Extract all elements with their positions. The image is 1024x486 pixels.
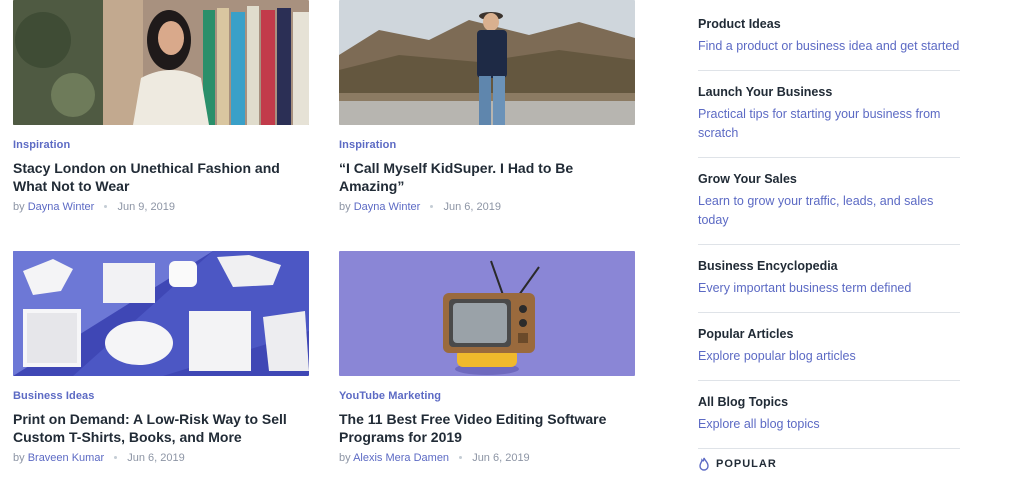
article-title[interactable]: Stacy London on Unethical Fashion and Wh…	[13, 159, 309, 195]
article-date: Jun 6, 2019	[127, 452, 185, 464]
article-date: Jun 9, 2019	[117, 201, 175, 213]
sidebar-item-product-ideas[interactable]: Product Ideas Find a product or business…	[698, 16, 960, 71]
article-author[interactable]: Dayna Winter	[28, 201, 95, 213]
article-author[interactable]: Braveen Kumar	[28, 452, 104, 464]
sidebar-item-description[interactable]: Every important business term defined	[698, 279, 960, 298]
article-date: Jun 6, 2019	[472, 452, 530, 464]
article-card[interactable]: Inspiration “I Call Myself KidSuper. I H…	[339, 0, 635, 213]
article-category[interactable]: Inspiration	[13, 139, 309, 151]
article-author[interactable]: Dayna Winter	[354, 201, 421, 213]
article-category[interactable]: YouTube Marketing	[339, 390, 635, 402]
flame-icon	[698, 457, 710, 471]
article-category[interactable]: Business Ideas	[13, 390, 309, 402]
article-meta: by Alexis Mera Damen Jun 6, 2019	[339, 452, 635, 464]
article-image-kidsuper[interactable]	[339, 0, 635, 125]
by-label: by	[339, 201, 351, 213]
sidebar-item-description[interactable]: Practical tips for starting your busines…	[698, 105, 960, 143]
article-category[interactable]: Inspiration	[339, 139, 635, 151]
sidebar-item-launch-your-business[interactable]: Launch Your Business Practical tips for …	[698, 84, 960, 158]
sidebar-item-all-blog-topics[interactable]: All Blog Topics Explore all blog topics	[698, 394, 960, 449]
article-image-video-editing[interactable]	[339, 251, 635, 376]
sidebar-item-heading[interactable]: Grow Your Sales	[698, 171, 960, 187]
article-author[interactable]: Alexis Mera Damen	[353, 452, 449, 464]
sidebar-item-description[interactable]: Find a product or business idea and get …	[698, 37, 960, 56]
article-card[interactable]: YouTube Marketing The 11 Best Free Video…	[339, 251, 635, 464]
popular-label: POPULAR	[716, 457, 777, 470]
sidebar-item-heading[interactable]: All Blog Topics	[698, 394, 960, 410]
article-meta: by Dayna Winter Jun 9, 2019	[13, 201, 309, 213]
meta-separator	[430, 204, 434, 208]
sidebar-item-description[interactable]: Learn to grow your traffic, leads, and s…	[698, 192, 960, 230]
by-label: by	[13, 201, 25, 213]
article-title[interactable]: Print on Demand: A Low-Risk Way to Sell …	[13, 410, 309, 446]
article-card[interactable]: Business Ideas Print on Demand: A Low-Ri…	[13, 251, 309, 464]
article-card[interactable]: Inspiration Stacy London on Unethical Fa…	[13, 0, 309, 213]
meta-separator	[114, 455, 118, 459]
article-image-print-on-demand[interactable]	[13, 251, 309, 376]
sidebar-item-popular-articles[interactable]: Popular Articles Explore popular blog ar…	[698, 326, 960, 381]
sidebar-item-heading[interactable]: Launch Your Business	[698, 84, 960, 100]
article-meta: by Dayna Winter Jun 6, 2019	[339, 201, 635, 213]
popular-section-heading: POPULAR	[698, 457, 777, 471]
meta-separator	[104, 204, 108, 208]
article-image-fashion[interactable]	[13, 0, 309, 125]
article-title[interactable]: “I Call Myself KidSuper. I Had to Be Ama…	[339, 159, 635, 195]
sidebar-item-description[interactable]: Explore popular blog articles	[698, 347, 960, 366]
article-title[interactable]: The 11 Best Free Video Editing Software …	[339, 410, 635, 446]
by-label: by	[13, 452, 25, 464]
sidebar-item-heading[interactable]: Business Encyclopedia	[698, 258, 960, 274]
sidebar-item-heading[interactable]: Product Ideas	[698, 16, 960, 32]
sidebar-item-business-encyclopedia[interactable]: Business Encyclopedia Every important bu…	[698, 258, 960, 313]
by-label: by	[339, 452, 351, 464]
article-meta: by Braveen Kumar Jun 6, 2019	[13, 452, 309, 464]
sidebar-item-description[interactable]: Explore all blog topics	[698, 415, 960, 434]
sidebar-item-heading[interactable]: Popular Articles	[698, 326, 960, 342]
article-date: Jun 6, 2019	[443, 201, 501, 213]
sidebar-nav: Product Ideas Find a product or business…	[698, 16, 960, 462]
meta-separator	[459, 455, 463, 459]
sidebar-item-grow-your-sales[interactable]: Grow Your Sales Learn to grow your traff…	[698, 171, 960, 245]
